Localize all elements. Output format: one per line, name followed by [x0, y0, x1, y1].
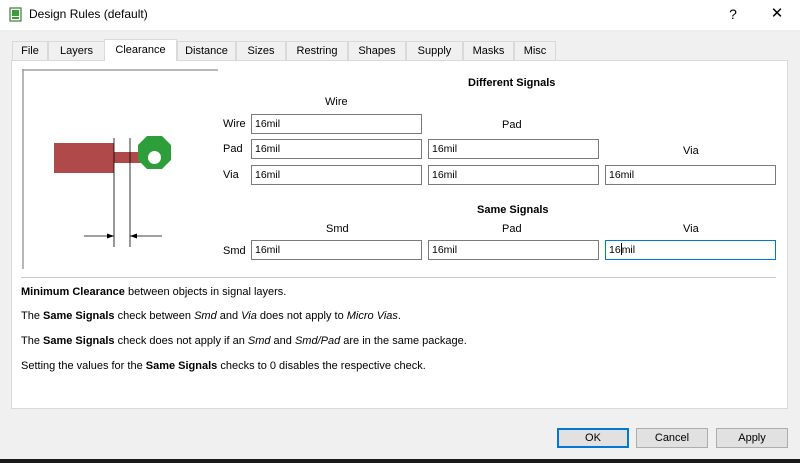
cancel-button[interactable]: Cancel — [636, 428, 708, 448]
tab-file[interactable]: File — [12, 41, 48, 60]
divider — [21, 277, 776, 278]
ok-button[interactable]: OK — [557, 428, 629, 448]
description-line-1: Minimum Clearance between objects in sig… — [21, 286, 287, 298]
window-title: Design Rules (default) — [29, 7, 148, 21]
taskbar-edge — [0, 459, 800, 463]
column-label-same-pad: Pad — [502, 223, 522, 235]
smd-via-clearance-input[interactable]: 16mil — [605, 240, 776, 260]
smd-via-value-after-caret: mil — [621, 244, 636, 256]
via-pad-clearance-input[interactable]: 16mil — [428, 165, 599, 185]
pad-wire-clearance-input[interactable]: 16mil — [251, 139, 422, 159]
column-label-smd: Smd — [326, 223, 349, 235]
via-via-clearance-input[interactable]: 16mil — [605, 165, 776, 185]
column-label-same-via: Via — [683, 223, 699, 235]
wire-wire-clearance-input[interactable]: 16mil — [251, 114, 422, 134]
description-line-3: The Same Signals check does not apply if… — [21, 335, 467, 347]
smd-pad-clearance-input[interactable]: 16mil — [428, 240, 599, 260]
title-bar: Design Rules (default) ? ✕ — [0, 0, 800, 30]
tab-shapes[interactable]: Shapes — [348, 41, 406, 60]
row-label-via: Via — [223, 169, 239, 181]
description-line-2: The Same Signals check between Smd and V… — [21, 310, 401, 322]
design-rules-icon — [9, 7, 22, 22]
clearance-diagram — [22, 69, 218, 269]
tab-distance[interactable]: Distance — [177, 41, 236, 60]
tab-masks[interactable]: Masks — [463, 41, 514, 60]
tab-sizes[interactable]: Sizes — [236, 41, 286, 60]
smd-smd-clearance-input[interactable]: 16mil — [251, 240, 422, 260]
tab-supply[interactable]: Supply — [406, 41, 463, 60]
pad-pad-clearance-input[interactable]: 16mil — [428, 139, 599, 159]
close-button[interactable]: ✕ — [764, 4, 790, 24]
same-signals-heading: Same Signals — [477, 204, 549, 216]
smd-via-value-before-caret: 16 — [609, 244, 621, 256]
column-label-via: Via — [683, 145, 699, 157]
tab-clearance[interactable]: Clearance — [104, 39, 177, 61]
column-label-wire: Wire — [325, 96, 348, 108]
row-label-pad: Pad — [223, 143, 243, 155]
tab-misc[interactable]: Misc — [514, 41, 556, 60]
row-label-smd: Smd — [223, 245, 246, 257]
different-signals-heading: Different Signals — [468, 77, 556, 89]
tab-restring[interactable]: Restring — [286, 41, 348, 60]
help-button[interactable]: ? — [722, 4, 744, 24]
via-wire-clearance-input[interactable]: 16mil — [251, 165, 422, 185]
description-line-4: Setting the values for the Same Signals … — [21, 360, 426, 372]
column-label-pad: Pad — [502, 119, 522, 131]
apply-button[interactable]: Apply — [716, 428, 788, 448]
row-label-wire: Wire — [223, 118, 246, 130]
tab-layers[interactable]: Layers — [48, 41, 105, 60]
